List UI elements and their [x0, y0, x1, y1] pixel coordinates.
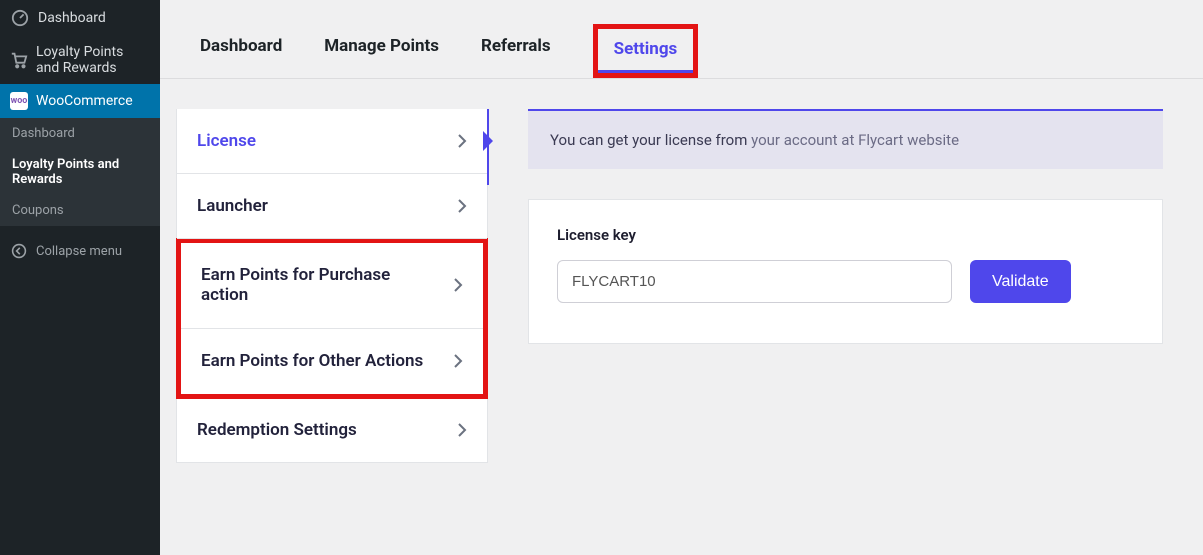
settings-item-redemption[interactable]: Redemption Settings — [177, 398, 487, 462]
collapse-label: Collapse menu — [36, 244, 122, 259]
settings-item-license[interactable]: License — [177, 109, 487, 174]
dashboard-icon — [10, 8, 30, 28]
sidebar-sub-coupons[interactable]: Coupons — [0, 195, 160, 226]
license-key-label: License key — [557, 226, 1134, 244]
settings-item-label: Earn Points for Purchase action — [201, 265, 421, 305]
sidebar-sub-loyalty[interactable]: Loyalty Points and Rewards — [0, 149, 160, 195]
sidebar-item-loyalty[interactable]: Loyalty Points and Rewards — [0, 36, 160, 84]
wp-admin-sidebar: Dashboard Loyalty Points and Rewards woo… — [0, 0, 160, 555]
settings-item-label: Earn Points for Other Actions — [201, 351, 423, 371]
tab-manage-points[interactable]: Manage Points — [324, 26, 439, 76]
settings-panel: You can get your license from your accou… — [488, 109, 1163, 463]
active-indicator-icon — [483, 131, 503, 151]
settings-menu: License Launcher Earn Points for Purchas… — [176, 109, 488, 463]
tab-dashboard[interactable]: Dashboard — [200, 26, 282, 76]
chevron-right-icon — [457, 422, 467, 438]
sidebar-item-label: WooCommerce — [36, 93, 133, 109]
chevron-right-icon — [457, 133, 467, 149]
settings-item-label: Redemption Settings — [197, 420, 357, 440]
main-content: Dashboard Manage Points Referrals Settin… — [160, 0, 1203, 555]
collapse-icon — [10, 242, 28, 260]
license-info-bar: You can get your license from your accou… — [528, 109, 1163, 169]
sidebar-sub-dashboard[interactable]: Dashboard — [0, 118, 160, 149]
flycart-account-link[interactable]: your account at Flycart website — [751, 131, 959, 149]
sidebar-item-label: Loyalty Points and Rewards — [36, 44, 150, 76]
validate-button[interactable]: Validate — [970, 260, 1071, 303]
tab-referrals[interactable]: Referrals — [481, 26, 551, 76]
tab-bar: Dashboard Manage Points Referrals Settin… — [160, 0, 1203, 79]
sidebar-submenu: Dashboard Loyalty Points and Rewards Cou… — [0, 118, 160, 226]
sidebar-item-dashboard[interactable]: Dashboard — [0, 0, 160, 36]
woocommerce-icon: woo — [10, 92, 28, 110]
cart-icon — [10, 50, 28, 70]
license-card: License key Validate — [528, 199, 1163, 344]
collapse-menu[interactable]: Collapse menu — [0, 232, 160, 270]
chevron-right-icon — [457, 198, 467, 214]
info-text: You can get your license from — [550, 131, 751, 149]
settings-item-earn-purchase[interactable]: Earn Points for Purchase action — [181, 243, 483, 328]
chevron-right-icon — [453, 353, 463, 369]
license-key-input[interactable] — [557, 260, 952, 303]
tab-settings[interactable]: Settings — [593, 24, 699, 78]
highlighted-settings-group: Earn Points for Purchase action Earn Poi… — [176, 238, 488, 399]
sidebar-item-woocommerce[interactable]: woo WooCommerce — [0, 84, 160, 118]
settings-item-earn-other[interactable]: Earn Points for Other Actions — [181, 328, 483, 394]
settings-item-label: License — [197, 131, 256, 151]
chevron-right-icon — [453, 277, 463, 293]
settings-item-launcher[interactable]: Launcher — [177, 174, 487, 239]
settings-item-label: Launcher — [197, 196, 268, 216]
sidebar-item-label: Dashboard — [38, 10, 106, 26]
